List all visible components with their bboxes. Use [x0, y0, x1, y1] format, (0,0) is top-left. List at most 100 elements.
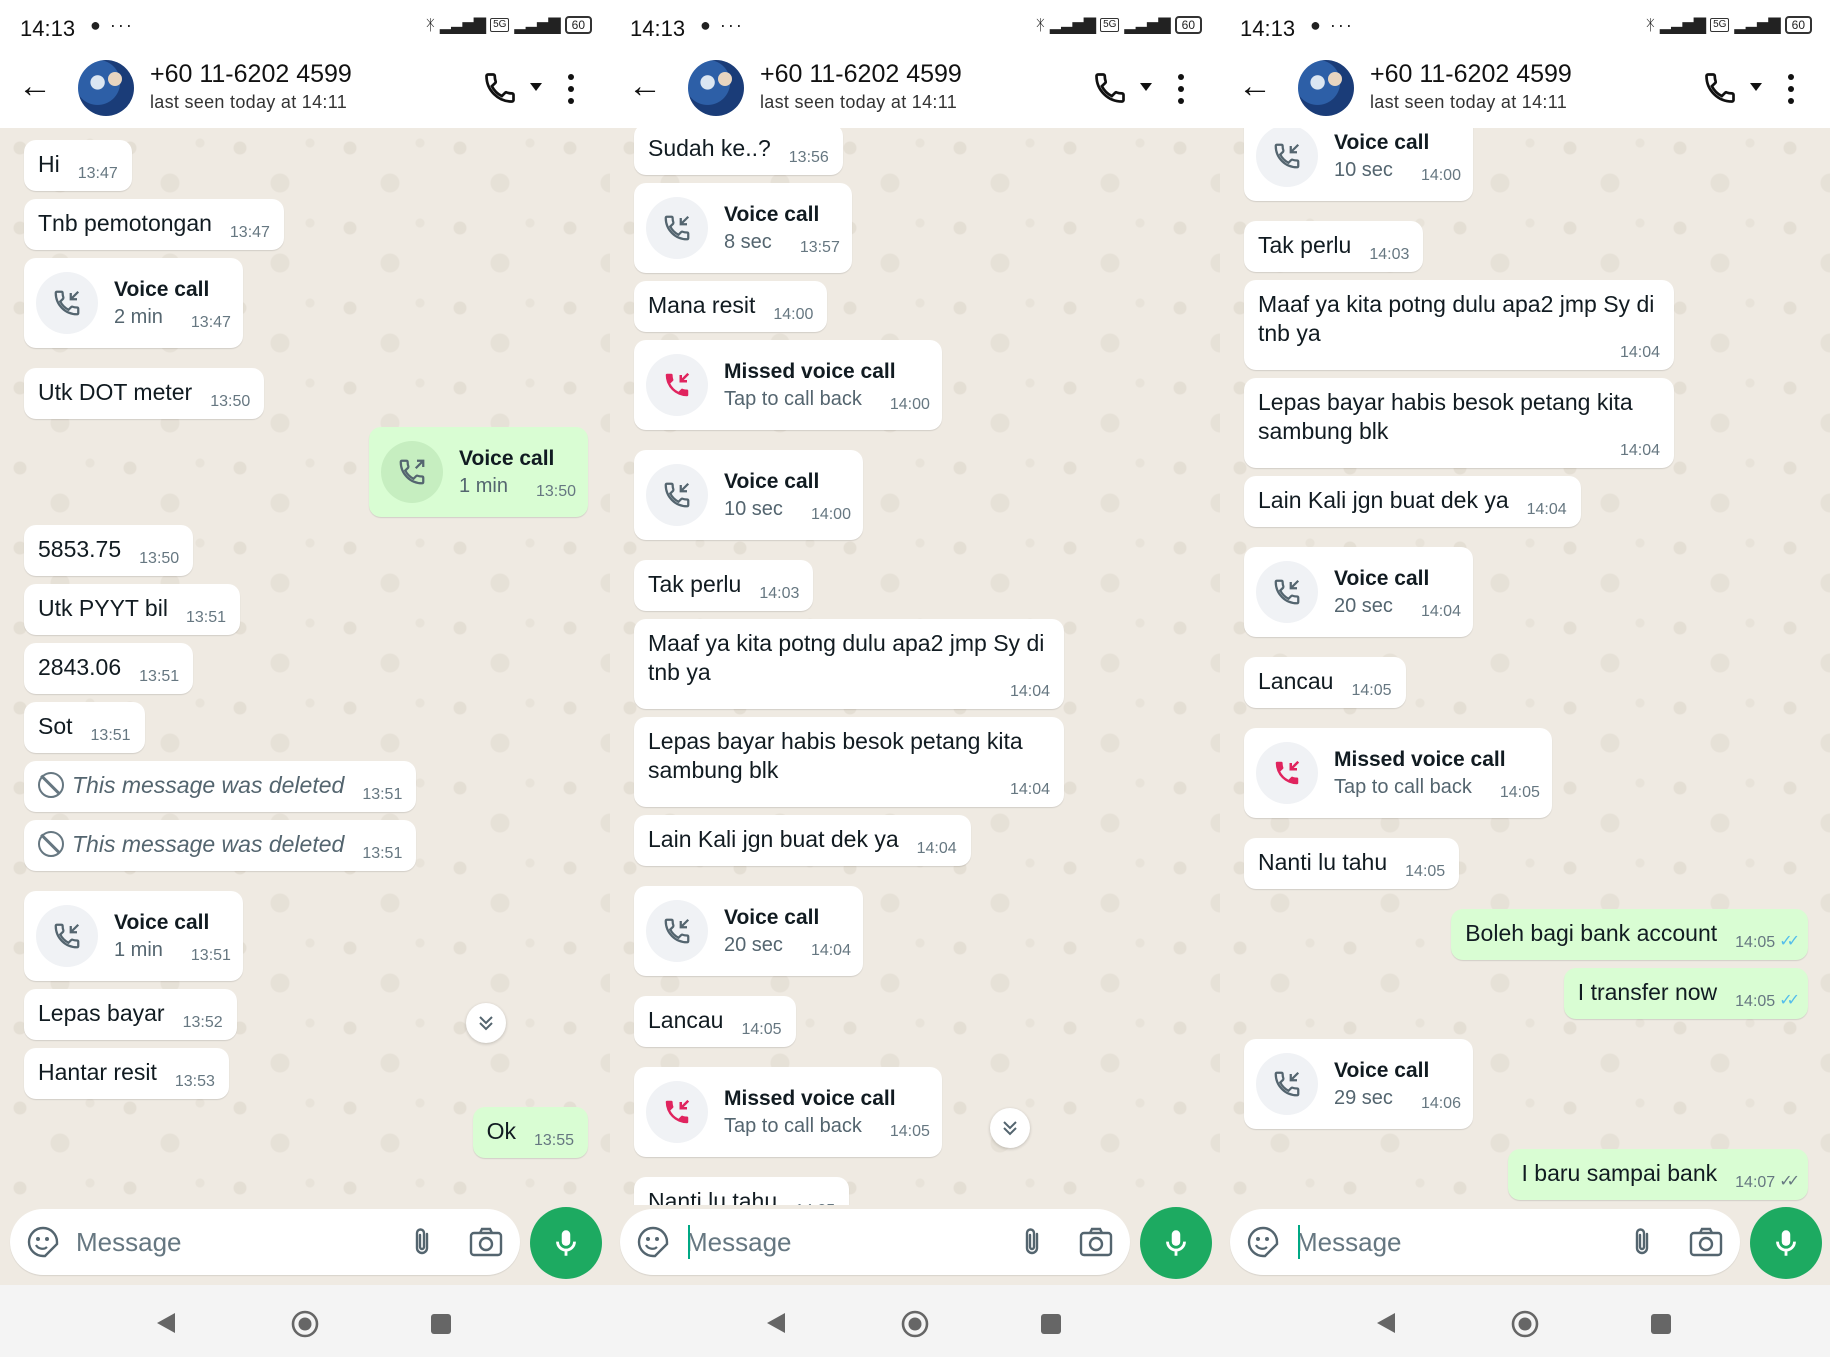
- message-row: Missed voice call Tap to call back 14:00: [610, 340, 1220, 430]
- message-bubble[interactable]: 2843.06 13:51: [24, 643, 194, 694]
- message-bubble[interactable]: Maaf ya kita potng dulu apa2 jmp Sy di t…: [634, 619, 1064, 709]
- camera-icon[interactable]: [1078, 1225, 1114, 1259]
- more-vertical-icon[interactable]: [1176, 72, 1186, 106]
- messages: Sudah ke..? 13:56 Voice call 8 sec 13:57 Mana…: [610, 128, 1220, 1205]
- voice-record-button[interactable]: [530, 1207, 602, 1279]
- avatar[interactable]: [78, 60, 134, 116]
- camera-icon[interactable]: [468, 1225, 504, 1259]
- avatar[interactable]: [1298, 60, 1354, 116]
- nav-back-icon[interactable]: [1373, 1310, 1399, 1336]
- nav-recents-icon[interactable]: [430, 1313, 452, 1335]
- voice-call-bubble[interactable]: Voice call 20 sec 14:04: [1244, 547, 1473, 637]
- nav-back-icon[interactable]: [153, 1310, 179, 1336]
- message-time: 13:55: [534, 1132, 574, 1150]
- contact-name[interactable]: +60 11-6202 4599: [760, 60, 962, 89]
- sticker-icon[interactable]: [636, 1225, 670, 1259]
- system-navigation-bar: [610, 1285, 1220, 1357]
- nav-home-icon[interactable]: [900, 1309, 930, 1339]
- missed-call-bubble[interactable]: Missed voice call Tap to call back 14:05: [634, 1067, 942, 1157]
- paperclip-icon[interactable]: [405, 1225, 439, 1259]
- message-bubble[interactable]: Hantar resit 13:53: [24, 1048, 229, 1099]
- phone-icon[interactable]: [482, 70, 518, 106]
- avatar[interactable]: [688, 60, 744, 116]
- voice-call-bubble[interactable]: Voice call 2 min 13:47: [24, 258, 243, 348]
- message-input[interactable]: [686, 1222, 986, 1262]
- nav-home-icon[interactable]: [1510, 1309, 1540, 1339]
- message-bubble[interactable]: Maaf ya kita potng dulu apa2 jmp Sy di t…: [1244, 280, 1674, 370]
- message-bubble[interactable]: Lancau 14:05: [634, 996, 796, 1047]
- arrow-left-icon[interactable]: ←: [18, 69, 54, 106]
- voice-call-bubble[interactable]: Voice call 8 sec 13:57: [634, 183, 852, 273]
- nav-home-icon[interactable]: [290, 1309, 320, 1339]
- sticker-icon[interactable]: [26, 1225, 60, 1259]
- scroll-to-bottom-button[interactable]: [990, 1108, 1030, 1148]
- chevron-down-icon[interactable]: [528, 80, 544, 92]
- message-time: 14:04: [917, 840, 957, 858]
- message-bubble[interactable]: Utk PYYT bil 13:51: [24, 584, 240, 635]
- message-text: 2843.06: [38, 654, 121, 680]
- message-time: 13:53: [175, 1073, 215, 1091]
- deleted-message[interactable]: This message was deleted 13:51: [24, 820, 417, 871]
- message-list[interactable]: Sudah ke..? 13:56 Voice call 8 sec 13:57 Mana…: [610, 128, 1220, 1205]
- message-bubble[interactable]: Ok 13:55: [472, 1107, 588, 1158]
- message-bubble[interactable]: 5853.75 13:50: [24, 525, 194, 576]
- message-input[interactable]: [76, 1222, 376, 1262]
- arrow-left-icon[interactable]: ←: [1238, 69, 1274, 106]
- chevron-down-icon[interactable]: [1138, 80, 1154, 92]
- arrow-left-icon[interactable]: ←: [628, 69, 664, 106]
- voice-call-bubble[interactable]: Voice call 10 sec 14:00: [1244, 128, 1473, 201]
- paperclip-icon[interactable]: [1015, 1225, 1049, 1259]
- message-bubble[interactable]: Tak perlu 14:03: [1244, 221, 1424, 272]
- message-bubble[interactable]: Hi 13:47: [24, 140, 132, 191]
- message-list[interactable]: Voice call 10 sec 14:00 Tak perlu 14:03 Maaf …: [1220, 128, 1830, 1205]
- message-bubble[interactable]: I baru sampai bank 14:07 ✓✓: [1507, 1149, 1808, 1200]
- chevron-down-icon[interactable]: [1748, 80, 1764, 92]
- message-bubble[interactable]: Sudah ke..? 13:56: [634, 128, 843, 175]
- nav-recents-icon[interactable]: [1650, 1313, 1672, 1335]
- scroll-to-bottom-button[interactable]: [466, 1003, 506, 1043]
- message-list[interactable]: Hi 13:47 Tnb pemotongan 13:47 Voice call 2 mi…: [0, 128, 610, 1205]
- contact-name[interactable]: +60 11-6202 4599: [150, 60, 352, 89]
- nav-recents-icon[interactable]: [1040, 1313, 1062, 1335]
- voice-call-bubble[interactable]: Voice call 1 min 13:50: [369, 427, 588, 517]
- message-bubble[interactable]: Lepas bayar 13:52: [24, 989, 237, 1040]
- message-bubble[interactable]: Nanti lu tahu14:05: [1244, 838, 1460, 889]
- message-bubble[interactable]: Boleh bagi bank account 14:05 ✓✓: [1451, 909, 1808, 960]
- message-bubble[interactable]: Tak perlu 14:03: [634, 560, 814, 611]
- sticker-icon[interactable]: [1246, 1225, 1280, 1259]
- message-bubble[interactable]: Lepas bayar habis besok petang kita samb…: [634, 717, 1064, 807]
- signal-icon: ▂▃▅▇: [1659, 17, 1706, 34]
- camera-icon[interactable]: [1688, 1225, 1724, 1259]
- message-text: Boleh bagi bank account: [1465, 920, 1717, 946]
- message-bubble[interactable]: Utk DOT meter 13:50: [24, 368, 265, 419]
- paperclip-icon[interactable]: [1625, 1225, 1659, 1259]
- voice-call-bubble[interactable]: Voice call 10 sec 14:00: [634, 450, 863, 540]
- more-vertical-icon[interactable]: [1786, 72, 1796, 106]
- phone-icon[interactable]: [1702, 70, 1738, 106]
- call-detail: 1 min: [459, 475, 508, 497]
- nav-back-icon[interactable]: [763, 1310, 789, 1336]
- deleted-message[interactable]: This message was deleted 13:51: [24, 761, 417, 812]
- message-bubble[interactable]: Lancau 14:05: [1244, 657, 1406, 708]
- message-bubble[interactable]: Lepas bayar habis besok petang kita samb…: [1244, 378, 1674, 468]
- message-bubble[interactable]: Lain Kali jgn buat dek ya 14:04: [1244, 476, 1581, 527]
- message-bubble[interactable]: Lain Kali jgn buat dek ya 14:04: [634, 815, 971, 866]
- voice-record-button[interactable]: [1750, 1207, 1822, 1279]
- missed-call-bubble[interactable]: Missed voice call Tap to call back 14:05: [1244, 728, 1552, 818]
- message-bubble[interactable]: Sot 13:51: [24, 702, 145, 753]
- message-bubble[interactable]: I transfer now 14:05 ✓✓: [1563, 968, 1808, 1019]
- message-bubble[interactable]: Nanti lu tahu14:05: [634, 1177, 850, 1205]
- message-input[interactable]: [1296, 1222, 1596, 1262]
- phone-icon[interactable]: [1092, 70, 1128, 106]
- missed-call-bubble[interactable]: Missed voice call Tap to call back 14:00: [634, 340, 942, 430]
- voice-call-bubble[interactable]: Voice call 20 sec 14:04: [634, 886, 863, 976]
- message-bubble[interactable]: Mana resit 14:00: [634, 281, 828, 332]
- voice-record-button[interactable]: [1140, 1207, 1212, 1279]
- voice-call-bubble[interactable]: Voice call 1 min 13:51: [24, 891, 243, 981]
- message-time: 14:07 ✓✓: [1735, 1171, 1800, 1192]
- message-bubble[interactable]: Tnb pemotongan 13:47: [24, 199, 284, 250]
- missed-call-icon: [646, 1081, 708, 1143]
- contact-name[interactable]: +60 11-6202 4599: [1370, 60, 1572, 89]
- voice-call-bubble[interactable]: Voice call 29 sec 14:06: [1244, 1039, 1473, 1129]
- more-vertical-icon[interactable]: [566, 72, 576, 106]
